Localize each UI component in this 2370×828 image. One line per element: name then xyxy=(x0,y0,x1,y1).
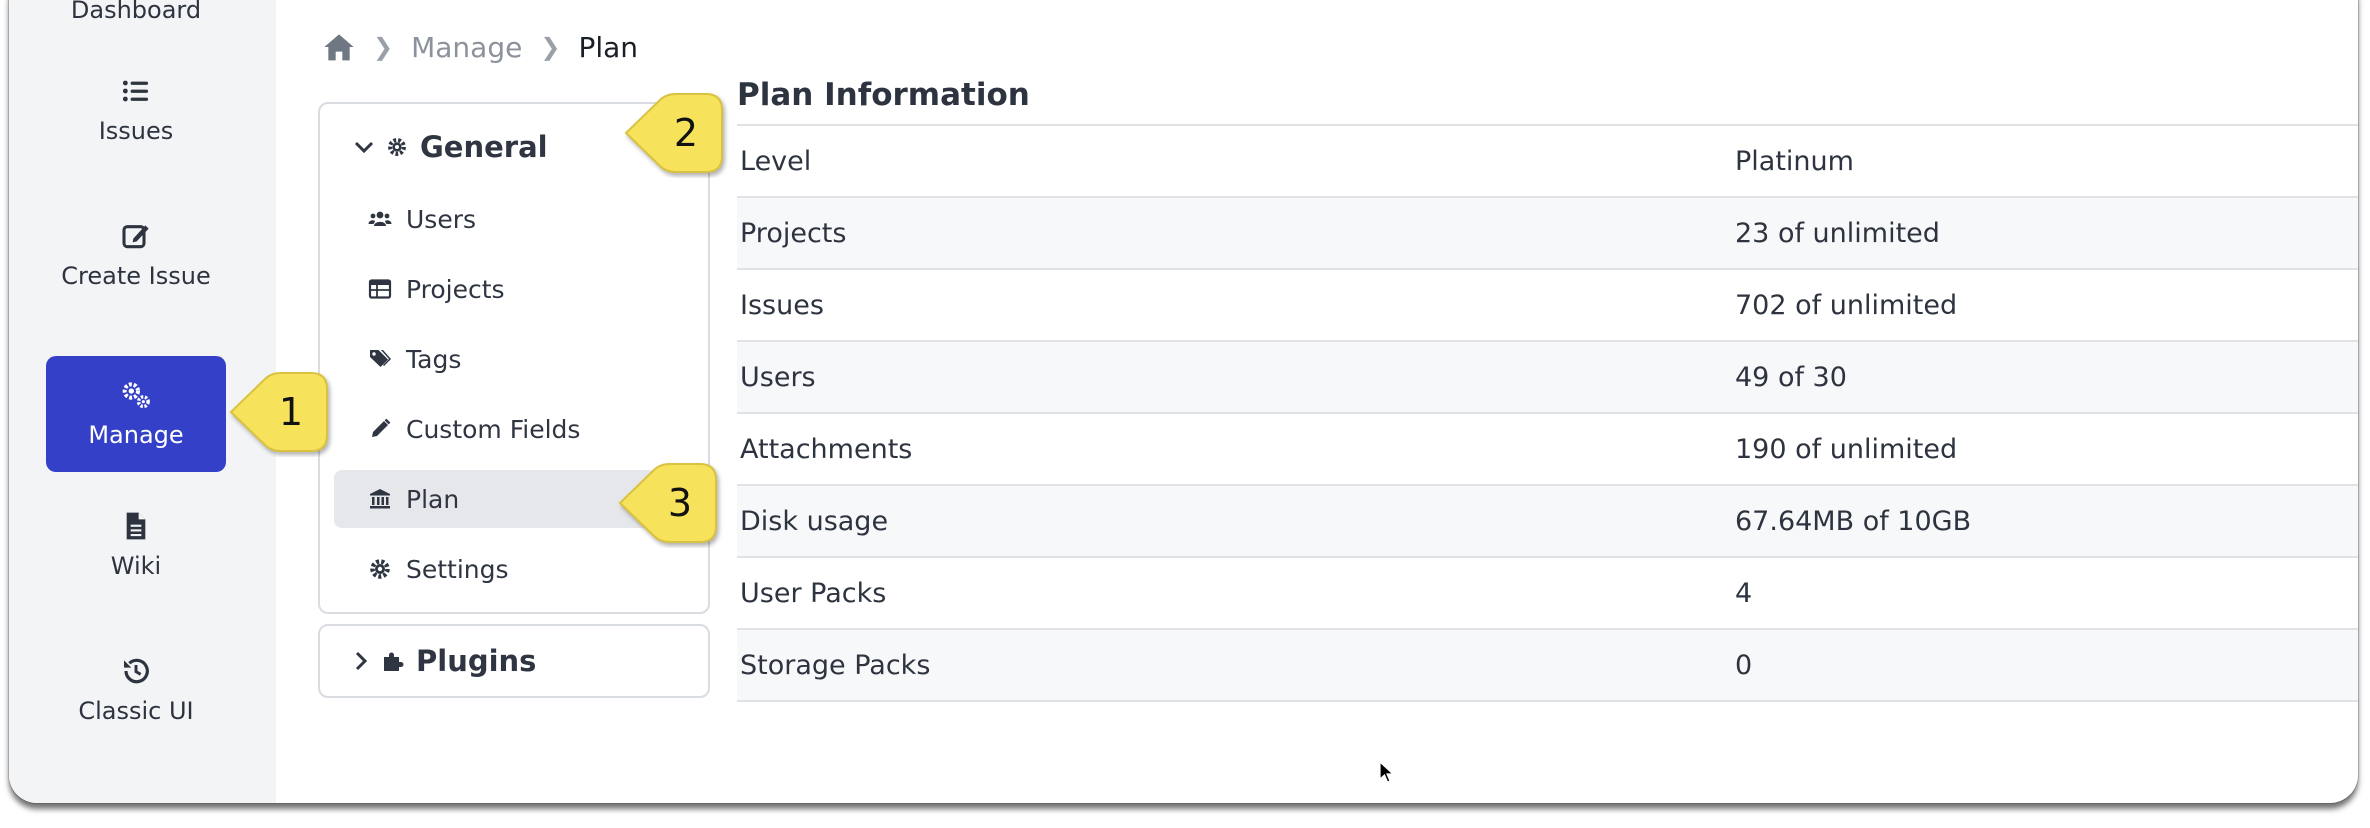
gear-icon xyxy=(388,138,406,156)
nav-item-custom-fields[interactable]: Custom Fields xyxy=(334,400,674,458)
chevron-down-icon xyxy=(354,141,374,154)
step-number: 1 xyxy=(279,390,303,434)
table-row: Storage Packs 0 xyxy=(737,630,2358,702)
nav-item-label: Custom Fields xyxy=(406,414,581,444)
row-key: Attachments xyxy=(740,433,913,465)
row-value: 4 xyxy=(1735,577,1753,609)
breadcrumb: ❯ Manage ❯ Plan xyxy=(323,30,638,64)
nav-item-tags[interactable]: Tags xyxy=(334,330,674,388)
chevron-right-icon: ❯ xyxy=(540,33,561,61)
table-row: Issues 702 of unlimited xyxy=(737,270,2358,342)
rail-item-label: Manage xyxy=(88,421,184,449)
row-key: Projects xyxy=(740,217,847,249)
row-key: Disk usage xyxy=(740,505,889,537)
plugins-section[interactable]: Plugins xyxy=(318,624,710,698)
bank-icon xyxy=(370,489,390,509)
users-icon xyxy=(368,211,392,226)
edit-icon xyxy=(122,225,149,249)
gears-icon xyxy=(122,382,150,409)
mouse-cursor-icon xyxy=(1379,761,1395,783)
row-value: 190 of unlimited xyxy=(1735,433,1958,465)
row-key: Storage Packs xyxy=(740,649,931,681)
rail-item-classic-ui[interactable]: Classic UI xyxy=(46,632,226,748)
breadcrumb-current: Plan xyxy=(578,30,639,64)
table-row: Level Platinum xyxy=(737,126,2358,198)
table-row: User Packs 4 xyxy=(737,558,2358,630)
row-key: Level xyxy=(740,145,812,177)
page-title: Plan Information xyxy=(737,66,2358,126)
nav-item-label: Tags xyxy=(406,344,462,374)
breadcrumb-link-manage[interactable]: Manage xyxy=(411,31,522,64)
step-callout-3: 3 xyxy=(618,463,717,543)
chevron-right-icon xyxy=(355,651,368,671)
nav-item-label: Projects xyxy=(406,274,505,304)
puzzle-icon xyxy=(384,652,404,671)
rail-item-label: Issues xyxy=(98,117,174,145)
tags-icon xyxy=(370,350,391,367)
general-section-header[interactable]: General xyxy=(354,130,548,164)
plan-information: Plan Information Level Platinum Projects 2… xyxy=(737,66,2358,702)
rail-item-label: Classic UI xyxy=(78,697,194,725)
step-callout-1: 1 xyxy=(229,372,328,452)
rail-item-wiki[interactable]: Wiki xyxy=(46,487,226,603)
rail-item-label: Create Issue xyxy=(61,262,211,290)
nav-item-projects[interactable]: Projects xyxy=(334,260,674,318)
row-value: 0 xyxy=(1735,649,1753,681)
plugins-section-header[interactable]: Plugins xyxy=(354,644,536,678)
row-key: Issues xyxy=(740,289,824,321)
nav-item-label: Users xyxy=(406,204,477,234)
gear-icon xyxy=(370,559,390,579)
rail-item-label: Dashboard xyxy=(70,0,202,24)
row-value: 49 of 30 xyxy=(1735,361,1847,393)
nav-item-label: Plan xyxy=(406,484,460,514)
nav-item-settings[interactable]: Settings xyxy=(334,540,674,598)
table-row: Attachments 190 of unlimited xyxy=(737,414,2358,486)
nav-item-users[interactable]: Users xyxy=(334,190,674,248)
app-window: Dashboard Issues Create Issue Manage Wik… xyxy=(9,0,2358,803)
rail-item-dashboard[interactable]: Dashboard xyxy=(46,0,226,24)
row-key: Users xyxy=(740,361,816,393)
row-key: User Packs xyxy=(740,577,887,609)
nav-item-label: Settings xyxy=(406,554,509,584)
table-row: Users 49 of 30 xyxy=(737,342,2358,414)
row-value: 67.64MB of 10GB xyxy=(1735,505,1972,537)
plan-table: Level Platinum Projects 23 of unlimited Is… xyxy=(737,126,2358,702)
document-icon xyxy=(126,512,146,540)
row-value: 23 of unlimited xyxy=(1735,217,1940,249)
rail-item-create-issue[interactable]: Create Issue xyxy=(46,197,226,313)
step-number: 2 xyxy=(674,111,698,155)
pencil-icon xyxy=(372,418,391,437)
rail-item-label: Wiki xyxy=(110,552,162,580)
rail-item-issues[interactable]: Issues xyxy=(46,52,226,168)
plugins-section-label: Plugins xyxy=(416,644,537,678)
chevron-right-icon: ❯ xyxy=(373,33,394,61)
rail-item-manage[interactable]: Manage xyxy=(46,356,226,472)
step-callout-2: 2 xyxy=(624,93,723,173)
step-number: 3 xyxy=(668,481,692,525)
row-value: Platinum xyxy=(1735,145,1854,177)
history-icon xyxy=(124,658,149,684)
table-row: Disk usage 67.64MB of 10GB xyxy=(737,486,2358,558)
table-row: Projects 23 of unlimited xyxy=(737,198,2358,270)
general-section-label: General xyxy=(420,130,548,164)
row-value: 702 of unlimited xyxy=(1735,289,1958,321)
list-icon xyxy=(122,80,148,102)
table-icon xyxy=(368,279,392,299)
home-icon[interactable] xyxy=(323,32,355,62)
